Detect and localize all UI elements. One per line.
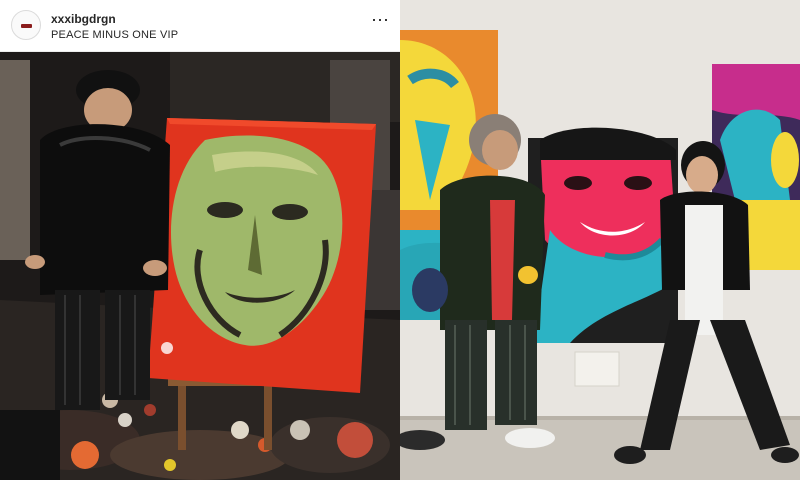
post-header: xxxibgdrgn PEACE MINUS ONE VIP ⋯ [0, 0, 400, 52]
gallery-two-people-photo [400, 0, 800, 480]
studio-scene [0, 50, 400, 480]
more-horizontal-icon[interactable]: ⋯ [370, 11, 390, 33]
location-link[interactable]: PEACE MINUS ONE VIP [51, 29, 178, 41]
painting-studio-photo [0, 0, 400, 480]
gallery-scene [400, 0, 800, 480]
avatar-mark [21, 24, 32, 28]
username-link[interactable]: xxxibgdrgn [51, 12, 116, 26]
avatar[interactable] [11, 10, 41, 40]
